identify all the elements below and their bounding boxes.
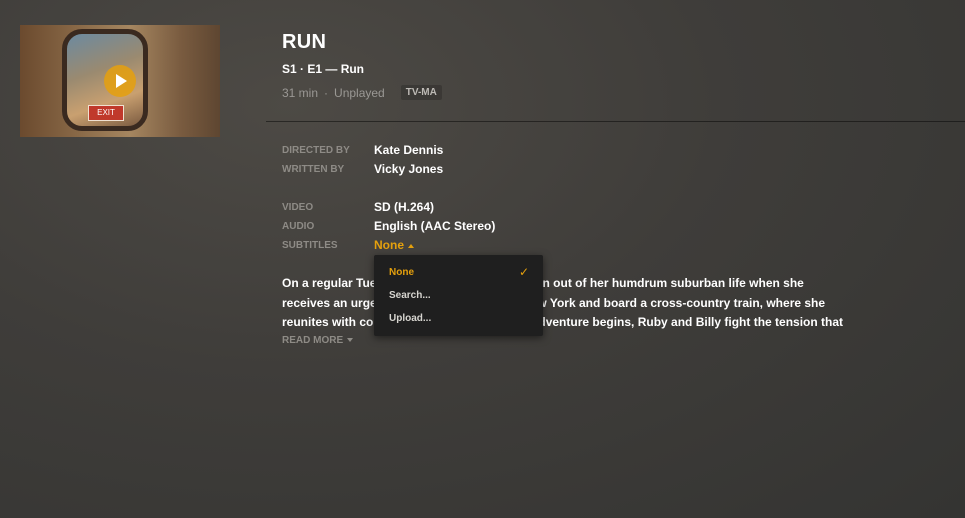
audio-select[interactable]: English (AAC Stereo) [374,219,495,233]
exit-sign-image: EXIT [88,105,124,121]
directed-label: DIRECTED BY [282,144,350,156]
menu-item-search[interactable]: Search... [389,290,431,301]
read-more-button[interactable]: READ MORE [282,335,354,346]
subtitles-value: None [374,238,404,252]
checkmark-icon: ✓ [518,265,529,279]
video-label: VIDEO [282,201,314,213]
summary-line: receives an urger to New York and board a… [282,295,826,310]
subtitles-label: SUBTITLES [282,239,338,251]
episode-thumbnail[interactable]: EXIT [20,25,220,137]
subtitles-row: SUBTITLES None [282,238,414,252]
summary-line: reunites with col adventure begins, Ruby … [282,315,844,329]
audio-row: AUDIO English (AAC Stereo) [282,219,495,233]
summary-line: On a regular Tue n is shaken out of her h… [282,276,804,290]
episode-meta: 31 min · Unplayed TV-MA [282,85,442,100]
directed-row: DIRECTED BY Kate Dennis [282,143,443,157]
subtitles-dropdown-menu: None ✓ Search... Upload... [374,255,543,336]
written-row: WRITTEN BY Vicky Jones [282,162,443,176]
header-divider [266,121,965,122]
chevron-down-icon [347,338,354,343]
written-label: WRITTEN BY [282,163,345,175]
play-icon[interactable] [104,65,136,97]
audio-label: AUDIO [282,220,315,232]
director-name[interactable]: Kate Dennis [374,143,443,157]
page-title: RUN [282,31,327,53]
chevron-up-icon [408,243,414,248]
video-row: VIDEO SD (H.264) [282,200,434,214]
writer-name[interactable]: Vicky Jones [374,162,443,176]
play-status: Unplayed [334,85,385,100]
subtitles-select[interactable]: None [374,238,414,252]
meta-separator: · [324,85,329,100]
episode-summary: On a regular Tue n is shaken out of her h… [282,274,872,333]
menu-item-upload[interactable]: Upload... [389,313,431,324]
menu-item-none[interactable]: None [389,267,414,278]
duration: 31 min [282,85,319,100]
episode-subtitle: S1 · E1 — Run [282,62,365,76]
video-value: SD (H.264) [374,200,435,214]
content-rating-badge: TV-MA [400,85,442,100]
